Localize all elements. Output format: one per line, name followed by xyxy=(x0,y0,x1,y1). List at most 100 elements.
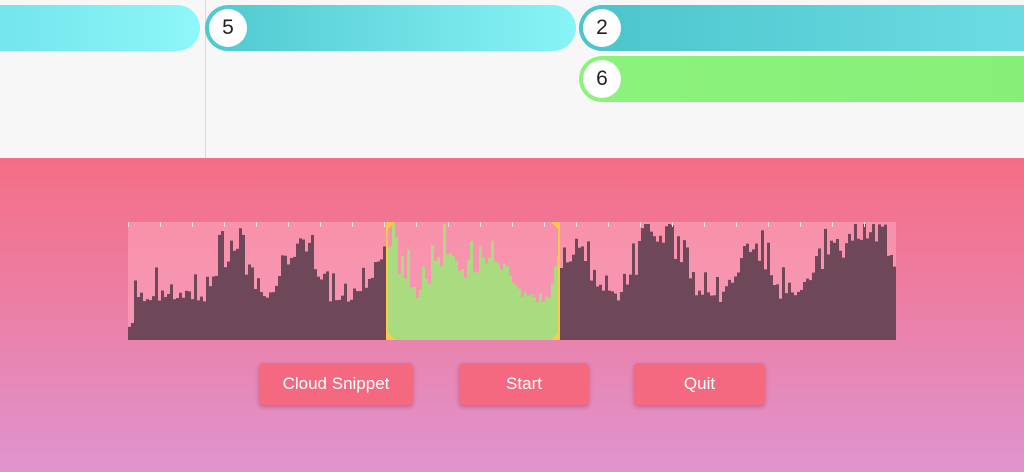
ruler-tick xyxy=(672,222,673,227)
ruler-tick xyxy=(608,222,609,227)
clip-left[interactable] xyxy=(0,5,200,51)
start-button[interactable]: Start xyxy=(459,363,589,405)
waveform-bar xyxy=(158,300,161,340)
waveform-bar xyxy=(851,240,854,340)
waveform-bar xyxy=(218,234,221,340)
waveform-bar xyxy=(365,287,368,340)
waveform-bar xyxy=(632,243,635,340)
waveform-bar xyxy=(755,243,758,340)
waveform-bar xyxy=(848,233,851,340)
waveform-bar xyxy=(701,294,704,340)
waveform-bar xyxy=(596,286,599,340)
waveform-bar xyxy=(692,272,695,340)
waveform-bar xyxy=(305,251,308,340)
selection-handle-top-right[interactable] xyxy=(551,222,560,231)
waveform-bar xyxy=(590,280,593,340)
selection-handle-top-left[interactable] xyxy=(386,222,395,231)
waveform-bar xyxy=(581,246,584,340)
waveform-bar xyxy=(737,272,740,340)
waveform-bar xyxy=(248,264,251,340)
waveform-bar xyxy=(773,285,776,340)
waveform-bar xyxy=(359,291,362,340)
waveform-bar xyxy=(329,301,332,340)
waveform-bar xyxy=(887,255,890,340)
waveform-bar xyxy=(272,292,275,340)
waveform-bar xyxy=(665,226,668,340)
waveform-bar xyxy=(140,292,143,340)
waveform-bar xyxy=(674,258,677,340)
clip-2[interactable]: 2 xyxy=(579,5,1024,51)
waveform-selection[interactable] xyxy=(386,222,560,340)
waveform-bar xyxy=(830,240,833,340)
waveform-bar xyxy=(671,225,674,340)
waveform-bar xyxy=(644,224,647,340)
quit-button[interactable]: Quit xyxy=(634,363,765,405)
waveform-bar xyxy=(224,267,227,340)
waveform-bar xyxy=(872,224,875,340)
waveform-bar xyxy=(641,228,644,340)
waveform-bar xyxy=(155,267,158,340)
waveform-bar xyxy=(854,224,857,340)
waveform-bar xyxy=(239,228,242,340)
waveform-bar xyxy=(713,295,716,340)
clip-6[interactable]: 6 xyxy=(579,56,1024,102)
selection-handle-bottom-right[interactable] xyxy=(551,331,560,340)
waveform-bar xyxy=(293,256,296,340)
waveform-bar xyxy=(842,257,845,340)
waveform-bar xyxy=(572,254,575,340)
waveform-bar xyxy=(149,300,152,340)
waveform-bar xyxy=(215,275,218,340)
ruler-tick xyxy=(736,222,737,227)
waveform-bar xyxy=(605,275,608,340)
waveform-bar xyxy=(839,250,842,340)
waveform[interactable] xyxy=(128,222,896,340)
waveform-bar xyxy=(656,241,659,340)
waveform-bar xyxy=(161,290,164,340)
waveform-bar xyxy=(668,224,671,340)
waveform-bar xyxy=(587,241,590,340)
waveform-bar xyxy=(200,296,203,340)
waveform-bar xyxy=(620,291,623,340)
waveform-bar xyxy=(704,272,707,340)
waveform-bar xyxy=(134,280,137,340)
waveform-bar xyxy=(857,238,860,340)
waveform-bar xyxy=(869,232,872,340)
waveform-bar xyxy=(206,276,209,340)
waveform-bar xyxy=(782,267,785,340)
ruler-tick xyxy=(864,222,865,227)
ruler-tick xyxy=(160,222,161,227)
waveform-bar xyxy=(683,240,686,340)
ruler-tick xyxy=(256,222,257,227)
waveform-bar xyxy=(314,269,317,340)
waveform-bar xyxy=(698,290,701,340)
waveform-bar xyxy=(749,252,752,340)
waveform-bar xyxy=(758,260,761,340)
waveform-bar xyxy=(764,269,767,340)
ruler-tick xyxy=(320,222,321,227)
waveform-bar xyxy=(617,300,620,340)
waveform-bar xyxy=(209,286,212,340)
selection-handle-bottom-left[interactable] xyxy=(386,331,395,340)
waveform-bar xyxy=(302,239,305,340)
cloud-snippet-button[interactable]: Cloud Snippet xyxy=(259,363,413,405)
waveform-bar xyxy=(251,267,254,340)
clip-badge: 6 xyxy=(583,60,621,98)
waveform-bar xyxy=(131,322,134,340)
waveform-bar xyxy=(197,300,200,340)
waveform-bar xyxy=(815,256,818,340)
waveform-bar xyxy=(143,301,146,340)
clip-5[interactable]: 5 xyxy=(205,5,576,51)
waveform-bar xyxy=(809,280,812,340)
waveform-bar xyxy=(779,298,782,340)
waveform-bar xyxy=(182,297,185,340)
waveform-bar xyxy=(731,282,734,340)
waveform-bar xyxy=(662,242,665,340)
waveform-bar xyxy=(266,297,269,340)
waveform-bar xyxy=(308,242,311,340)
waveform-bar xyxy=(647,224,650,340)
waveform-bar xyxy=(812,272,815,340)
editor-panel: Cloud Snippet Start Quit xyxy=(0,158,1024,472)
waveform-bar xyxy=(806,278,809,340)
waveform-bar xyxy=(170,284,173,340)
waveform-bar xyxy=(803,281,806,340)
